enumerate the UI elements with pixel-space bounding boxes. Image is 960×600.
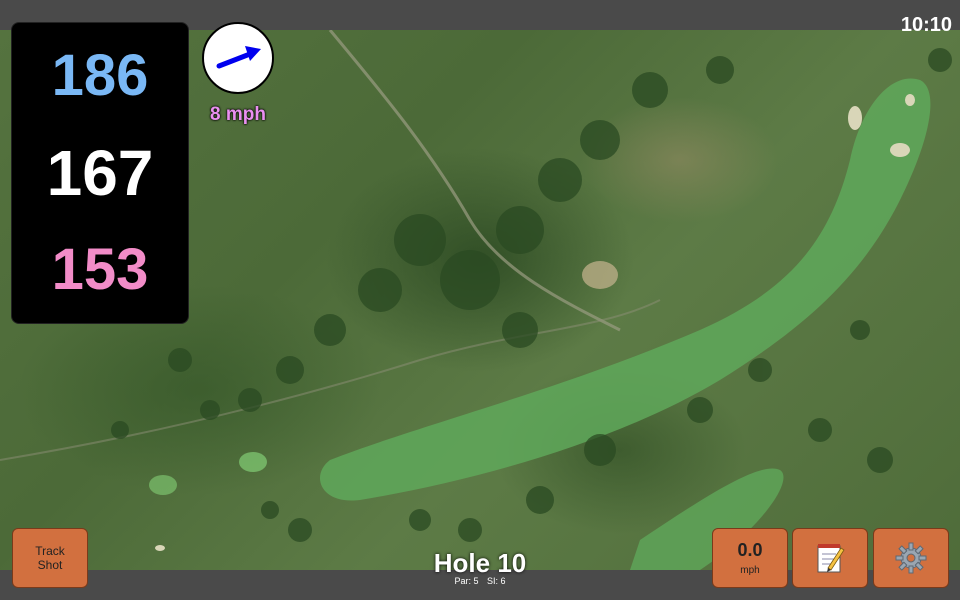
speed-value: 0.0 [737,540,763,560]
middle-distance: 167 [46,137,154,209]
clock: 10:10 [900,14,952,36]
track-shot-button[interactable]: Track Shot [12,528,88,588]
track-shot-label-line1: Track [35,544,65,558]
wind-direction-dial [202,22,274,94]
speed-unit: mph [740,565,760,576]
speed-button[interactable]: 0.0 mph [712,528,788,588]
front-distance: 153 [51,237,149,302]
track-shot-label-line2: Shot [37,558,63,572]
back-distance: 186 [51,43,149,108]
settings-button[interactable] [873,528,949,588]
hole-details: Par: 5 SI: 6 [380,576,580,586]
distance-panel: 186 167 153 [11,22,189,324]
wind-speed: 8 mph [210,104,266,125]
arrow-up-right-icon [216,46,261,69]
gear-icon [895,542,927,574]
hole-info: Hole 10 Par: 5 SI: 6 [380,548,580,586]
hole-title: Hole 10 [433,548,527,578]
hole-par: Par: 5 [454,576,479,586]
notes-button[interactable] [792,528,868,588]
hole-stroke-index: SI: 6 [487,576,506,586]
notepad-icon [817,544,845,573]
